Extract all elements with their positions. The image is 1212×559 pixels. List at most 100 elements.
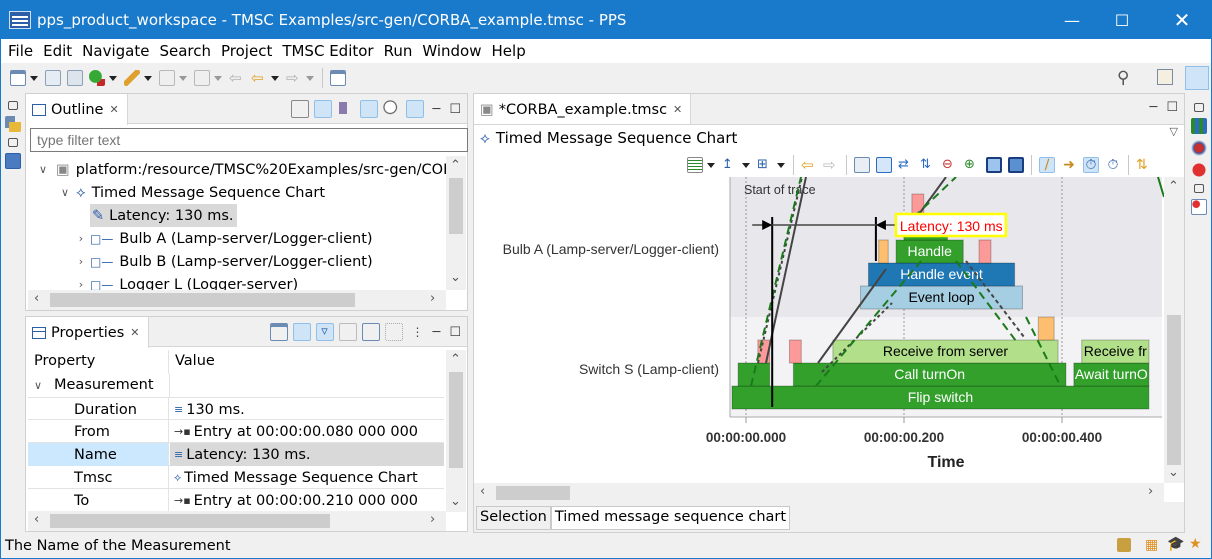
zoom-reset-icon[interactable] bbox=[1008, 157, 1024, 173]
zoom-horizontal-icon[interactable]: ⇄ bbox=[898, 157, 914, 173]
scroll-down-icon[interactable]: ⌄ bbox=[450, 494, 461, 509]
stopwatch-icon[interactable]: ⏱ bbox=[1083, 157, 1099, 173]
property-row-duration[interactable]: Duration ≡ 130 ms. bbox=[28, 397, 444, 421]
scroll-up-icon[interactable]: ⌃ bbox=[450, 158, 461, 173]
tree-item-logger-l[interactable]: › □— Logger L (Logger-server) bbox=[74, 273, 298, 291]
chevron-right-icon[interactable]: › bbox=[74, 278, 88, 290]
menu-search[interactable]: Search bbox=[159, 42, 211, 60]
scroll-left-icon[interactable]: ‹ bbox=[480, 484, 485, 499]
scroll-right-icon[interactable]: › bbox=[1148, 484, 1153, 499]
close-icon[interactable]: ✕ bbox=[130, 326, 139, 339]
grouping-icon[interactable]: ⊞ bbox=[757, 157, 773, 173]
restore-icon[interactable] bbox=[1194, 184, 1204, 193]
menu-help[interactable]: Help bbox=[492, 42, 526, 60]
chevron-down-icon[interactable] bbox=[30, 75, 38, 81]
measure-tool-icon[interactable]: ∕ bbox=[1039, 157, 1055, 173]
forward-icon[interactable]: ⇨ bbox=[286, 70, 302, 86]
search-icon[interactable]: ⚲ bbox=[1117, 68, 1129, 88]
expand-icon[interactable] bbox=[384, 323, 403, 341]
bar-chart-icon[interactable] bbox=[1191, 118, 1207, 134]
open-perspective-icon[interactable] bbox=[1157, 69, 1173, 85]
save-all-icon[interactable] bbox=[67, 70, 83, 86]
collapse-all-icon[interactable] bbox=[290, 100, 309, 118]
chevron-down-icon[interactable] bbox=[144, 75, 152, 81]
next-annotation-icon[interactable] bbox=[159, 70, 175, 86]
forward-icon[interactable]: ⇨ bbox=[823, 157, 839, 173]
lane-settings-icon[interactable] bbox=[687, 157, 703, 173]
close-icon[interactable]: ✕ bbox=[109, 103, 118, 116]
show-timing-icon[interactable] bbox=[382, 100, 401, 118]
scroll-right-icon[interactable]: › bbox=[430, 512, 435, 527]
last-edit-icon[interactable]: ⇦ bbox=[229, 70, 245, 86]
back-icon[interactable]: ⇦ bbox=[801, 157, 817, 173]
group-measurement[interactable]: ∨ Measurement bbox=[34, 377, 154, 393]
heap-status-icon[interactable] bbox=[1117, 538, 1131, 552]
tmsc-chart[interactable]: Start of trace Bulb A (Lamp-server/Logge… bbox=[476, 177, 1164, 497]
property-row-name[interactable]: Name ≡ Latency: 130 ms. bbox=[28, 443, 444, 466]
chevron-down-icon[interactable]: ∨ bbox=[58, 186, 72, 199]
save-icon[interactable] bbox=[45, 70, 61, 86]
maximize-view-button[interactable]: ☐ bbox=[449, 325, 461, 340]
outline-vertical-scrollbar[interactable]: ⌃ ⌄ bbox=[446, 156, 466, 290]
run-icon[interactable] bbox=[89, 70, 105, 86]
menu-file[interactable]: File bbox=[8, 42, 33, 60]
minimize-view-button[interactable]: ─ bbox=[1150, 100, 1158, 115]
link-with-editor-icon[interactable] bbox=[359, 100, 378, 118]
chevron-down-icon[interactable] bbox=[707, 162, 715, 168]
bar-event-13[interactable] bbox=[978, 239, 992, 264]
dependency-filter-icon[interactable]: ↥ bbox=[722, 157, 738, 173]
chart-horizontal-scrollbar[interactable]: ‹ › bbox=[474, 483, 1164, 503]
tab-properties[interactable]: Properties ✕ bbox=[26, 317, 149, 348]
bar-event-5[interactable] bbox=[788, 339, 802, 364]
scroll-thumb[interactable] bbox=[449, 372, 463, 468]
map-icon[interactable]: ▦ bbox=[1145, 537, 1158, 553]
menu-window[interactable]: Window bbox=[422, 42, 481, 60]
menu-run[interactable]: Run bbox=[384, 42, 413, 60]
dependencies-icon[interactable] bbox=[1191, 140, 1207, 156]
scroll-down-icon[interactable]: ⌄ bbox=[450, 270, 461, 285]
menu-edit[interactable]: Edit bbox=[43, 42, 72, 60]
tab-corba-example[interactable]: ▣ *CORBA_example.tmsc ✕ bbox=[474, 94, 692, 125]
properties-vertical-scrollbar[interactable]: ⌃ ⌄ bbox=[446, 350, 466, 512]
restore-icon[interactable] bbox=[1194, 103, 1204, 112]
view-menu-icon[interactable]: ⋮ bbox=[412, 325, 424, 339]
scroll-left-icon[interactable]: ‹ bbox=[34, 291, 39, 306]
scroll-down-icon[interactable]: ⌄ bbox=[1168, 465, 1179, 480]
problems-icon[interactable] bbox=[1191, 162, 1207, 178]
scroll-right-icon[interactable]: › bbox=[430, 291, 435, 306]
tree-item-bulb-a[interactable]: › □— Bulb A (Lamp-server/Logger-client) bbox=[74, 227, 373, 250]
filter-lifelines-icon[interactable] bbox=[336, 100, 355, 118]
minimize-button[interactable]: — bbox=[1049, 1, 1095, 39]
tree-item-resource[interactable]: ∨ ▣ platform:/resource/TMSC%20Examples/src… bbox=[36, 158, 446, 181]
tree-item-bulb-b[interactable]: › □— Bulb B (Lamp-server/Logger-client) bbox=[74, 250, 373, 273]
chevron-down-icon[interactable] bbox=[109, 75, 117, 81]
scroll-thumb[interactable] bbox=[50, 293, 355, 307]
prev-annotation-icon[interactable] bbox=[194, 70, 210, 86]
bar-event-1[interactable] bbox=[737, 362, 771, 387]
scroll-up-icon[interactable]: ⌃ bbox=[450, 352, 461, 367]
maximize-button[interactable]: ☐ bbox=[1099, 1, 1145, 39]
tree-item-tmsc[interactable]: ∨ ⟡ Timed Message Sequence Chart bbox=[58, 181, 325, 204]
minimize-view-button[interactable]: ─ bbox=[433, 102, 441, 117]
maximize-view-button[interactable]: ☐ bbox=[449, 102, 461, 117]
restore-default-icon[interactable] bbox=[361, 323, 380, 341]
back-icon[interactable]: ⇦ bbox=[251, 70, 267, 86]
show-advanced-icon[interactable] bbox=[338, 323, 357, 341]
sort-alphabetically-icon[interactable] bbox=[313, 100, 332, 118]
stopwatch-next-icon[interactable]: ⏱ bbox=[1105, 157, 1121, 173]
column-header-value[interactable]: Value bbox=[175, 353, 215, 369]
project-explorer-icon[interactable] bbox=[5, 116, 21, 132]
page-tab-selection[interactable]: Selection bbox=[476, 506, 551, 530]
outline-filter-input[interactable] bbox=[30, 128, 468, 152]
chevron-down-icon[interactable] bbox=[271, 75, 279, 81]
scroll-thumb[interactable] bbox=[1167, 315, 1181, 465]
menu-project[interactable]: Project bbox=[221, 42, 272, 60]
chevron-down-icon[interactable] bbox=[306, 75, 314, 81]
column-header-property[interactable]: Property bbox=[34, 353, 95, 369]
zoom-selection-icon[interactable] bbox=[876, 157, 892, 173]
zoom-fit-icon[interactable] bbox=[854, 157, 870, 173]
chevron-down-icon[interactable] bbox=[214, 75, 222, 81]
pen-tool-icon[interactable] bbox=[124, 70, 140, 86]
chevron-down-icon[interactable] bbox=[777, 162, 785, 168]
chevron-down-icon[interactable] bbox=[179, 75, 187, 81]
